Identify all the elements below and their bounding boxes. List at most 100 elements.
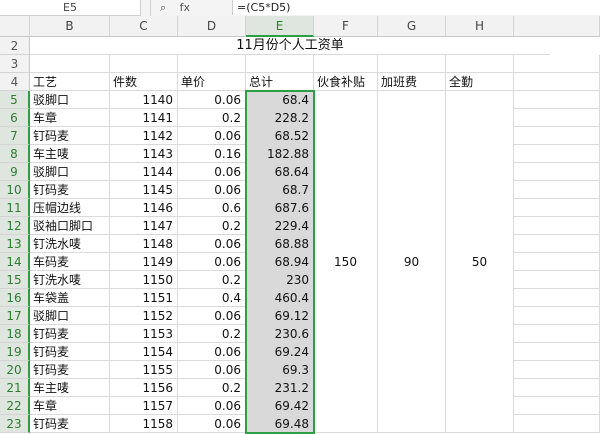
row-header-21[interactable]: 21 xyxy=(0,379,30,397)
row-header-8[interactable]: 8 xyxy=(0,145,30,163)
empty-cell[interactable] xyxy=(514,217,600,235)
empty-cell[interactable] xyxy=(30,55,110,73)
zoom-icon[interactable]: ⌕ xyxy=(160,1,166,14)
header-cell[interactable]: 全勤 xyxy=(446,73,514,91)
header-cell[interactable]: 单价 xyxy=(178,73,246,91)
empty-cell[interactable] xyxy=(514,343,600,361)
row-header-10[interactable]: 10 xyxy=(0,181,30,199)
process-cell[interactable]: 驳脚口 xyxy=(30,307,110,325)
attendance-cell[interactable]: 50 xyxy=(446,91,514,433)
row-header-4[interactable]: 4 xyxy=(0,73,30,91)
total-cell[interactable]: 68.7 xyxy=(246,181,314,199)
column-header-f[interactable]: F xyxy=(314,16,378,37)
empty-cell[interactable] xyxy=(514,55,600,73)
unit-price-cell[interactable]: 0.06 xyxy=(178,235,246,253)
header-cell[interactable]: 工艺 xyxy=(30,73,110,91)
formula-input[interactable]: =(C5*D5) xyxy=(232,0,600,15)
empty-cell[interactable] xyxy=(178,55,246,73)
total-cell[interactable]: 230.6 xyxy=(246,325,314,343)
empty-cell[interactable] xyxy=(514,163,600,181)
total-cell[interactable]: 69.24 xyxy=(246,343,314,361)
total-cell[interactable]: 231.2 xyxy=(246,379,314,397)
empty-cell[interactable] xyxy=(378,55,446,73)
quantity-cell[interactable]: 1148 xyxy=(110,235,178,253)
unit-price-cell[interactable]: 0.4 xyxy=(178,289,246,307)
unit-price-cell[interactable]: 0.06 xyxy=(178,163,246,181)
process-cell[interactable]: 车主唛 xyxy=(30,145,110,163)
empty-cell[interactable] xyxy=(514,325,600,343)
empty-cell[interactable] xyxy=(314,55,378,73)
fx-icon[interactable]: fx xyxy=(180,1,190,14)
header-cell[interactable]: 件数 xyxy=(110,73,178,91)
row-header-18[interactable]: 18 xyxy=(0,325,30,343)
column-header-extra[interactable] xyxy=(514,16,600,37)
quantity-cell[interactable]: 1147 xyxy=(110,217,178,235)
quantity-cell[interactable]: 1153 xyxy=(110,325,178,343)
total-cell[interactable]: 69.3 xyxy=(246,361,314,379)
row-header-14[interactable]: 14 xyxy=(0,253,30,271)
unit-price-cell[interactable]: 0.06 xyxy=(178,91,246,109)
empty-cell[interactable] xyxy=(514,181,600,199)
quantity-cell[interactable]: 1149 xyxy=(110,253,178,271)
row-header-11[interactable]: 11 xyxy=(0,199,30,217)
process-cell[interactable]: 钉码麦 xyxy=(30,415,110,433)
row-header-19[interactable]: 19 xyxy=(0,343,30,361)
empty-cell[interactable] xyxy=(514,361,600,379)
empty-cell[interactable] xyxy=(514,415,600,433)
row-header-12[interactable]: 12 xyxy=(0,217,30,235)
row-header-16[interactable]: 16 xyxy=(0,289,30,307)
empty-cell[interactable] xyxy=(514,235,600,253)
unit-price-cell[interactable]: 0.2 xyxy=(178,271,246,289)
row-header-13[interactable]: 13 xyxy=(0,235,30,253)
row-header-6[interactable]: 6 xyxy=(0,109,30,127)
total-cell[interactable]: 230 xyxy=(246,271,314,289)
total-cell[interactable]: 69.12 xyxy=(246,307,314,325)
total-cell[interactable]: 68.88 xyxy=(246,235,314,253)
quantity-cell[interactable]: 1144 xyxy=(110,163,178,181)
process-cell[interactable]: 钉洗水唛 xyxy=(30,235,110,253)
quantity-cell[interactable]: 1151 xyxy=(110,289,178,307)
total-cell[interactable]: 69.48 xyxy=(246,415,314,433)
quantity-cell[interactable]: 1150 xyxy=(110,271,178,289)
process-cell[interactable]: 车码麦 xyxy=(30,253,110,271)
quantity-cell[interactable]: 1146 xyxy=(110,199,178,217)
total-cell[interactable]: 182.88 xyxy=(246,145,314,163)
empty-cell[interactable] xyxy=(514,73,600,91)
process-cell[interactable]: 钉码麦 xyxy=(30,127,110,145)
total-cell[interactable]: 68.4 xyxy=(246,91,314,109)
empty-cell[interactable] xyxy=(514,199,600,217)
row-header-23[interactable]: 23 xyxy=(0,415,30,433)
header-cell[interactable]: 伙食补贴 xyxy=(314,73,378,91)
process-cell[interactable]: 钉码麦 xyxy=(30,325,110,343)
name-box[interactable]: E5 xyxy=(0,0,141,16)
unit-price-cell[interactable]: 0.2 xyxy=(178,109,246,127)
empty-cell[interactable] xyxy=(446,55,514,73)
row-header-7[interactable]: 7 xyxy=(0,127,30,145)
process-cell[interactable]: 钉码麦 xyxy=(30,343,110,361)
unit-price-cell[interactable]: 0.2 xyxy=(178,325,246,343)
total-cell[interactable]: 68.94 xyxy=(246,253,314,271)
quantity-cell[interactable]: 1142 xyxy=(110,127,178,145)
header-cell[interactable]: 加班费 xyxy=(378,73,446,91)
quantity-cell[interactable]: 1141 xyxy=(110,109,178,127)
unit-price-cell[interactable]: 0.06 xyxy=(178,127,246,145)
quantity-cell[interactable]: 1155 xyxy=(110,361,178,379)
unit-price-cell[interactable]: 0.06 xyxy=(178,343,246,361)
process-cell[interactable]: 车袋盖 xyxy=(30,289,110,307)
sheet-title[interactable]: 11月份个人工资单 xyxy=(30,37,550,55)
process-cell[interactable]: 驳袖口脚口 xyxy=(30,217,110,235)
unit-price-cell[interactable]: 0.2 xyxy=(178,379,246,397)
total-cell[interactable]: 229.4 xyxy=(246,217,314,235)
column-header-e[interactable]: E xyxy=(246,16,314,37)
row-header-17[interactable]: 17 xyxy=(0,307,30,325)
empty-cell[interactable] xyxy=(246,55,314,73)
process-cell[interactable]: 车主唛 xyxy=(30,379,110,397)
empty-cell[interactable] xyxy=(514,379,600,397)
header-cell[interactable]: 总计 xyxy=(246,73,314,91)
quantity-cell[interactable]: 1143 xyxy=(110,145,178,163)
row-header-9[interactable]: 9 xyxy=(0,163,30,181)
empty-cell[interactable] xyxy=(514,253,600,271)
row-header-3[interactable]: 3 xyxy=(0,55,30,73)
unit-price-cell[interactable]: 0.06 xyxy=(178,415,246,433)
unit-price-cell[interactable]: 0.06 xyxy=(178,361,246,379)
